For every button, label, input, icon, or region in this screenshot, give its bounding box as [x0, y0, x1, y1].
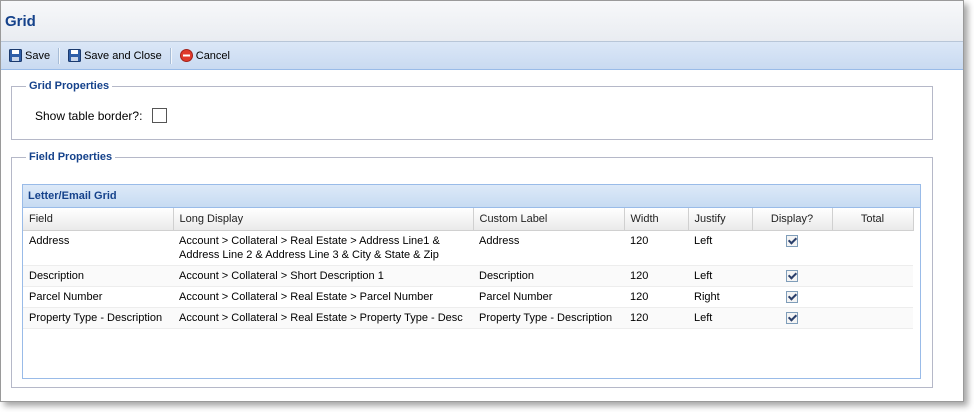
save-and-close-button[interactable]: Save and Close — [64, 45, 166, 67]
display-checkbox[interactable] — [786, 235, 798, 248]
display-checkbox[interactable] — [786, 270, 798, 283]
toolbar-separator — [169, 47, 172, 64]
cell-justify: Left — [688, 230, 752, 266]
cell-width: 120 — [624, 286, 688, 308]
long-display-line: Account > Collateral > Real Estate > Add… — [179, 235, 440, 247]
cell-display — [752, 230, 832, 266]
cell-width: 120 — [624, 230, 688, 266]
cell-field: Property Type - Description — [23, 307, 173, 329]
cancel-icon — [179, 49, 193, 62]
column-header-display[interactable]: Display? — [752, 208, 833, 231]
toolbar: Save Save and Close Cancel — [1, 42, 963, 70]
cell-display — [752, 307, 832, 329]
cell-width: 120 — [624, 265, 688, 287]
panel-title: Letter/Email Grid — [23, 185, 920, 208]
cell-justify: Left — [688, 307, 752, 329]
table-row[interactable]: Property Type - Description Account > Co… — [23, 307, 913, 329]
show-table-border-checkbox[interactable] — [152, 108, 168, 123]
column-header-custom-label[interactable]: Custom Label — [473, 208, 625, 231]
table-row[interactable]: Parcel Number Account > Collateral > Rea… — [23, 286, 913, 308]
column-header-long-display[interactable]: Long Display — [173, 208, 474, 231]
window-title: Grid — [5, 12, 36, 30]
table-row[interactable]: Address Account > Collateral > Real Esta… — [23, 230, 913, 266]
fields-table: Field Long Display Custom Label Width Ju… — [23, 208, 914, 329]
cell-long-display: Account > Collateral > Short Description… — [173, 265, 473, 287]
show-table-border-row: Show table border?: — [35, 108, 168, 123]
show-table-border-label: Show table border?: — [35, 108, 143, 123]
column-header-width[interactable]: Width — [624, 208, 689, 231]
cell-field: Description — [23, 265, 173, 287]
cell-custom-label: Property Type - Description — [473, 307, 624, 329]
cell-custom-label: Address — [473, 230, 624, 266]
title-bar: Grid — [1, 1, 963, 42]
field-properties-legend: Field Properties — [29, 151, 113, 163]
display-checkbox[interactable] — [786, 291, 798, 304]
cell-total — [832, 230, 913, 266]
cell-display — [752, 265, 832, 287]
cell-long-display: Account > Collateral > Real Estate > Add… — [173, 230, 473, 266]
cancel-button[interactable]: Cancel — [176, 45, 234, 67]
cell-custom-label: Parcel Number — [473, 286, 624, 308]
table-header-row: Field Long Display Custom Label Width Ju… — [23, 208, 914, 231]
save-button[interactable]: Save — [5, 45, 54, 67]
cell-field: Parcel Number — [23, 286, 173, 308]
cell-display — [752, 286, 832, 308]
toolbar-separator — [58, 47, 61, 64]
cell-justify: Right — [688, 286, 752, 308]
column-header-justify[interactable]: Justify — [688, 208, 753, 231]
cell-width: 120 — [624, 307, 688, 329]
save-and-close-label: Save and Close — [84, 49, 162, 62]
column-header-field[interactable]: Field — [23, 208, 174, 231]
save-label: Save — [25, 49, 51, 62]
cancel-label: Cancel — [195, 49, 230, 62]
display-checkbox[interactable] — [786, 312, 798, 325]
grid-window: Grid Save Save and Close Cancel Grid Pro… — [0, 0, 964, 402]
cell-long-display: Account > Collateral > Real Estate > Pro… — [173, 307, 473, 329]
floppy-disk-icon — [68, 49, 82, 62]
grid-properties-legend: Grid Properties — [29, 80, 110, 92]
table-row[interactable]: Description Account > Collateral > Short… — [23, 265, 913, 287]
cell-total — [832, 265, 913, 287]
letter-email-grid-panel: Letter/Email Grid Field Long Display Cus… — [22, 184, 921, 379]
cell-total — [832, 307, 913, 329]
column-header-total[interactable]: Total — [832, 208, 914, 231]
cell-field: Address — [23, 230, 173, 266]
cell-justify: Left — [688, 265, 752, 287]
cell-total — [832, 286, 913, 308]
floppy-disk-icon — [9, 49, 22, 62]
long-display-line: Address Line 2 & Address Line 3 & City &… — [179, 249, 439, 261]
cell-custom-label: Description — [473, 265, 624, 287]
cell-long-display: Account > Collateral > Real Estate > Par… — [173, 286, 473, 308]
